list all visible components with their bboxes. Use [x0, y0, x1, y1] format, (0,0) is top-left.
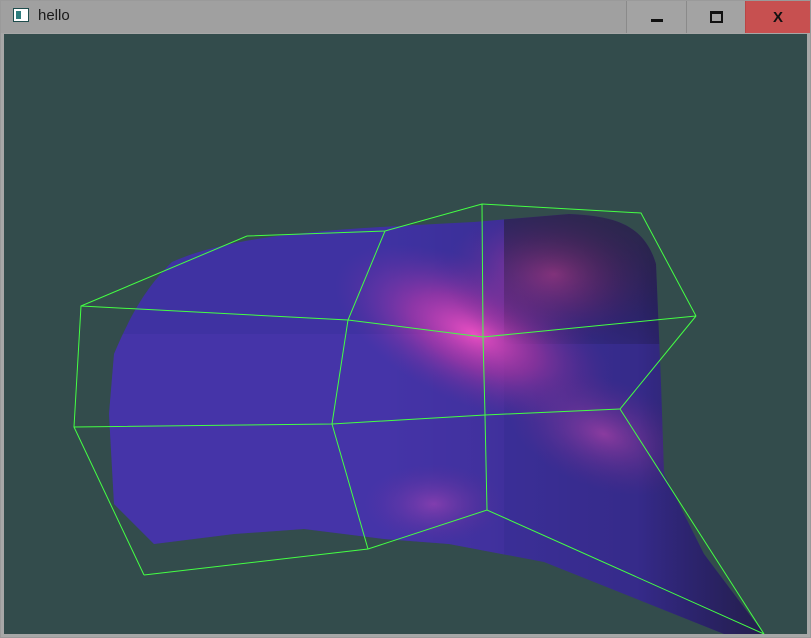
app-window: hello X	[0, 0, 811, 638]
title-bar[interactable]: hello X	[1, 1, 810, 33]
close-button[interactable]: X	[745, 1, 810, 33]
close-icon: X	[772, 8, 783, 26]
minimize-icon	[650, 18, 663, 22]
maximize-icon	[709, 11, 723, 23]
window-title: hello	[38, 7, 70, 24]
scene-canvas	[73, 203, 765, 634]
minimize-button[interactable]	[626, 1, 686, 33]
maximize-button[interactable]	[686, 1, 745, 33]
render-viewport[interactable]	[4, 34, 807, 634]
lit-surface	[109, 214, 764, 634]
app-window-icon	[13, 8, 29, 22]
